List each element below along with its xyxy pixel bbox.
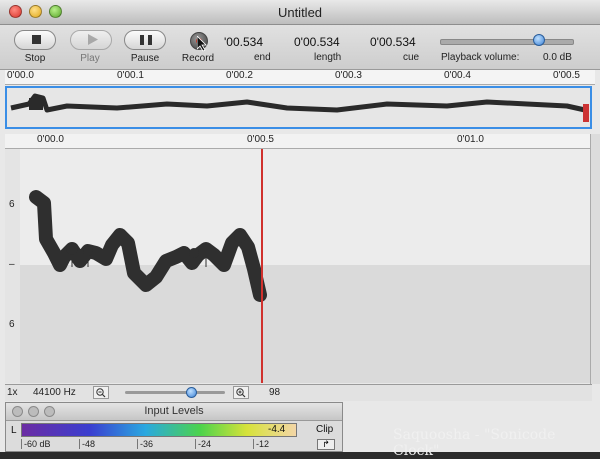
length-caption: length [314, 52, 342, 63]
scale-tick: -24 [195, 439, 211, 449]
stop-label: Stop [24, 53, 46, 64]
pause-button[interactable] [124, 30, 166, 50]
input-levels-titlebar[interactable]: Input Levels [6, 403, 342, 421]
record-label: Record [181, 53, 215, 64]
stop-button[interactable] [14, 30, 56, 50]
amplitude-scale: 6 – 6 [5, 149, 21, 383]
input-levels-panel: Input Levels L -4.4 Clip ↱ -60 dB -48 -3… [5, 402, 343, 452]
input-levels-title: Input Levels [144, 405, 204, 417]
zoom-in-icon [236, 388, 246, 398]
waveform-editor[interactable] [20, 149, 590, 383]
zoom-slider-knob[interactable] [186, 387, 197, 398]
video-caption: Saquoosha - "Sonicode Clock" [393, 427, 556, 459]
status-bar: 1x 44100 Hz 98 [5, 384, 592, 401]
scale-tick: -60 dB [21, 439, 51, 449]
scale-tick: -48 [79, 439, 95, 449]
amplitude-label: – [9, 259, 15, 270]
editor-tick: 0'01.0 [457, 134, 484, 145]
playback-volume-knob[interactable] [533, 34, 545, 46]
vertical-scrollbar[interactable] [590, 134, 600, 384]
level-scale: -60 dB -48 -36 -24 -12 [21, 439, 297, 451]
amplitude-label: 6 [9, 319, 15, 330]
waveform-overview[interactable] [5, 86, 592, 129]
scale-tick: -36 [137, 439, 153, 449]
clip-label: Clip [316, 424, 334, 435]
overview-waveform [10, 93, 589, 122]
cue-time-readout: 0'00.534 [370, 35, 416, 49]
overview-ruler[interactable]: 0'00.0 0'00.1 0'00.2 0'00.3 0'00.4 0'00.… [5, 70, 595, 85]
play-button[interactable] [70, 30, 112, 50]
length-time-readout: 0'00.534 [294, 35, 340, 49]
scale-tick: -12 [253, 439, 269, 449]
stop-icon [32, 35, 41, 44]
editor-ruler[interactable]: 0'00.0 0'00.5 0'01.0 [5, 134, 590, 149]
title-bar[interactable]: Untitled [0, 0, 600, 25]
overview-tick: 0'00.2 [226, 70, 253, 81]
zoom-out-icon [96, 388, 106, 398]
channel-label: L [11, 425, 17, 436]
play-icon [88, 34, 98, 45]
playback-volume-slider[interactable] [440, 39, 574, 45]
playback-volume-value: 0.0 dB [543, 52, 572, 63]
input-level-meter [21, 423, 297, 437]
overview-tick: 0'00.0 [7, 70, 34, 81]
zoom-out-button[interactable] [93, 386, 109, 399]
app-window: Untitled Stop Play Pause Record '00.534 … [0, 0, 600, 452]
transport-toolbar: Stop Play Pause Record '00.534 end 0'00.… [0, 25, 600, 70]
playhead-cursor[interactable] [261, 149, 263, 383]
start-time-readout: '00.534 [224, 35, 263, 49]
editor-tick: 0'00.5 [247, 134, 274, 145]
zoom-factor: 1x [7, 387, 18, 398]
reset-arrow-icon: ↱ [322, 439, 330, 449]
amplitude-label: 6 [9, 199, 15, 210]
overview-tick: 0'00.1 [117, 70, 144, 81]
overview-tick: 0'00.5 [553, 70, 580, 81]
input-level-value: -4.4 [268, 424, 286, 435]
mouse-cursor-icon [197, 36, 207, 52]
cue-caption: cue [403, 52, 420, 63]
zoom-slider[interactable] [125, 391, 225, 394]
play-label: Play [80, 53, 100, 64]
overview-tick: 0'00.3 [335, 70, 362, 81]
clip-reset-button[interactable]: ↱ [317, 439, 335, 450]
end-caption: end [254, 52, 271, 63]
editor-tick: 0'00.0 [37, 134, 64, 145]
pause-label: Pause [130, 53, 160, 64]
editor-waveform [29, 190, 267, 302]
zoom-value: 98 [269, 387, 281, 398]
zoom-in-button[interactable] [233, 386, 249, 399]
sample-rate: 44100 Hz [33, 387, 76, 398]
pause-icon [140, 35, 152, 45]
overview-tick: 0'00.4 [444, 70, 471, 81]
playback-volume-label: Playback volume: [441, 52, 520, 63]
window-title: Untitled [277, 5, 323, 20]
